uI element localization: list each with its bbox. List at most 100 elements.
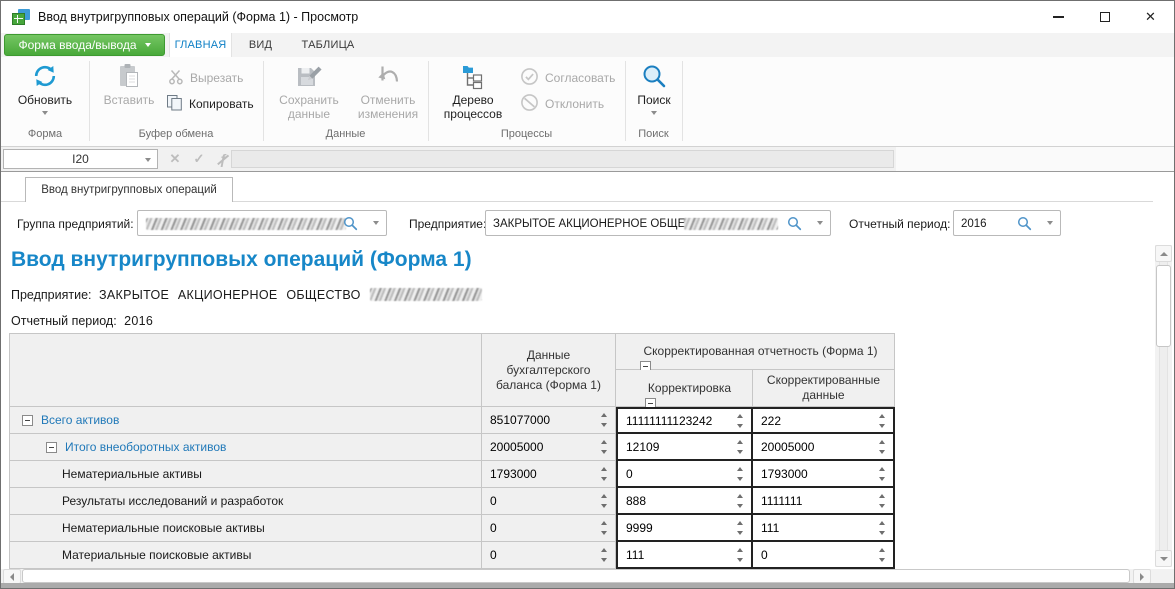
group-separator [682, 61, 683, 141]
spinner[interactable] [733, 409, 747, 432]
row-label-cell[interactable]: Нематериальные поисковые активы [10, 515, 482, 542]
insert-function-button[interactable]: ƒ [213, 149, 233, 169]
spinner[interactable] [597, 488, 611, 514]
app-menu-button[interactable]: Форма ввода/вывода [4, 34, 165, 56]
row-label-cell[interactable]: Материальные поисковые активы [10, 542, 482, 569]
correction-cell[interactable]: 9999 [616, 515, 753, 542]
adjusted-cell[interactable]: 222 [753, 407, 895, 434]
correction-cell[interactable]: 888 [616, 488, 753, 515]
triangle-right-icon [1140, 573, 1144, 581]
spinner[interactable] [875, 542, 889, 567]
vertical-scrollbar[interactable] [1155, 245, 1172, 567]
triangle-left-icon [10, 573, 14, 581]
spinner[interactable] [597, 542, 611, 568]
undo-icon [375, 61, 401, 91]
spinner[interactable] [875, 488, 889, 513]
spinner[interactable] [733, 542, 747, 567]
group-filter-combo[interactable] [137, 210, 387, 236]
ribbon-tab-row: Форма ввода/вывода ГЛАВНАЯ ВИД ТАБЛИЦА [1, 33, 1174, 57]
enterprise-line: Предприятие: ЗАКРЫТОЕ АКЦИОНЕРНОЕ ОБЩЕСТ… [11, 288, 482, 302]
paste-icon [117, 61, 141, 91]
enterprise-filter-label: Предприятие: [409, 217, 486, 231]
correction-cell[interactable]: 11111111123242 [616, 407, 753, 434]
scroll-right-button[interactable] [1133, 569, 1151, 584]
copy-button[interactable]: Копировать [166, 93, 254, 115]
row-label-cell[interactable]: Результаты исследований и разработок [10, 488, 482, 515]
chevron-down-icon[interactable] [1047, 221, 1053, 225]
tab-table[interactable]: ТАБЛИЦА [289, 33, 367, 57]
chevron-down-icon[interactable] [373, 221, 379, 225]
cut-button[interactable]: Вырезать [168, 67, 243, 89]
lookup-icon[interactable] [343, 216, 358, 236]
spinner[interactable] [597, 515, 611, 541]
spinner[interactable] [875, 434, 889, 459]
lookup-icon[interactable] [1017, 216, 1032, 236]
confirm-entry-button[interactable]: ✓ [189, 149, 209, 169]
reject-button[interactable]: Отклонить [520, 93, 604, 115]
scroll-down-button[interactable] [1155, 550, 1172, 567]
header-adjusted-group: Скорректированная отчетность (Форма 1) [616, 334, 895, 370]
adjusted-cell[interactable]: 1111111 [753, 488, 895, 515]
enterprise-filter-combo[interactable]: ЗАКРЫТОЕ АКЦИОНЕРНОЕ ОБЩЕСТВО [485, 210, 831, 236]
triangle-up-icon [1160, 252, 1168, 256]
scrollbar-thumb[interactable] [1156, 265, 1171, 347]
window-title: Ввод внутригрупповых операций (Форма 1) … [38, 10, 358, 24]
spinner[interactable] [597, 461, 611, 487]
tab-home[interactable]: ГЛАВНАЯ [169, 33, 232, 57]
redacted-text [370, 288, 482, 301]
scroll-up-button[interactable] [1155, 245, 1172, 262]
search-icon [641, 61, 668, 91]
spinner[interactable] [875, 461, 889, 486]
row-label-cell[interactable]: Всего активов [10, 407, 482, 434]
close-button[interactable]: ✕ [1128, 2, 1173, 32]
correction-cell[interactable]: 0 [616, 461, 753, 488]
row-label-cell[interactable]: Нематериальные активы [10, 461, 482, 488]
base-value-cell: 851077000 [482, 407, 616, 434]
header-adjusted-data: Скорректированные данные [753, 370, 895, 407]
formula-input[interactable] [231, 150, 894, 168]
adjusted-cell[interactable]: 0 [753, 542, 895, 569]
scroll-left-button[interactable] [3, 569, 21, 584]
data-grid: Данные бухгалтерского баланса (Форма 1) … [9, 333, 895, 573]
table-row: Итого внеоборотных активов 20005000 1210… [10, 434, 895, 461]
redacted-text [684, 218, 778, 230]
correction-cell[interactable]: 12109 [616, 434, 753, 461]
base-value-cell: 0 [482, 515, 616, 542]
maximize-button[interactable] [1082, 2, 1127, 32]
horizontal-scrollbar[interactable] [1, 569, 1174, 584]
base-value-cell: 0 [482, 488, 616, 515]
collapse-icon[interactable] [22, 415, 33, 426]
sheet-tab[interactable]: Ввод внутригрупповых операций [25, 177, 233, 202]
adjusted-cell[interactable]: 1793000 [753, 461, 895, 488]
spinner[interactable] [597, 407, 611, 433]
block-circle-icon [520, 93, 539, 115]
group-label-data: Данные [263, 128, 428, 140]
tab-view[interactable]: ВИД [232, 33, 289, 57]
scissors-icon [168, 69, 184, 88]
scrollbar-thumb[interactable] [22, 569, 1130, 583]
spinner[interactable] [733, 461, 747, 486]
spinner[interactable] [733, 434, 747, 459]
chevron-down-icon[interactable] [817, 221, 823, 225]
lookup-icon[interactable] [787, 216, 802, 236]
row-label-cell[interactable]: Итого внеоборотных активов [10, 434, 482, 461]
adjusted-cell[interactable]: 20005000 [753, 434, 895, 461]
ribbon: Обновить Вставить [1, 57, 1174, 147]
cancel-entry-button[interactable]: ✕ [165, 149, 185, 169]
correction-cell[interactable]: 111 [616, 542, 753, 569]
adjusted-cell[interactable]: 111 [753, 515, 895, 542]
redacted-text [146, 218, 346, 230]
spinner[interactable] [875, 409, 889, 432]
triangle-down-icon [1160, 557, 1168, 561]
collapse-icon[interactable] [46, 442, 57, 453]
spinner[interactable] [597, 434, 611, 460]
cell-name-box[interactable]: I20 [3, 149, 158, 169]
period-filter-combo[interactable]: 2016 [953, 210, 1061, 236]
spinner[interactable] [733, 488, 747, 513]
header-correction: Корректировка [616, 370, 753, 407]
base-value-cell: 1793000 [482, 461, 616, 488]
minimize-button[interactable] [1036, 2, 1081, 32]
spinner[interactable] [733, 515, 747, 540]
spinner[interactable] [875, 515, 889, 540]
approve-button[interactable]: Согласовать [520, 67, 615, 89]
